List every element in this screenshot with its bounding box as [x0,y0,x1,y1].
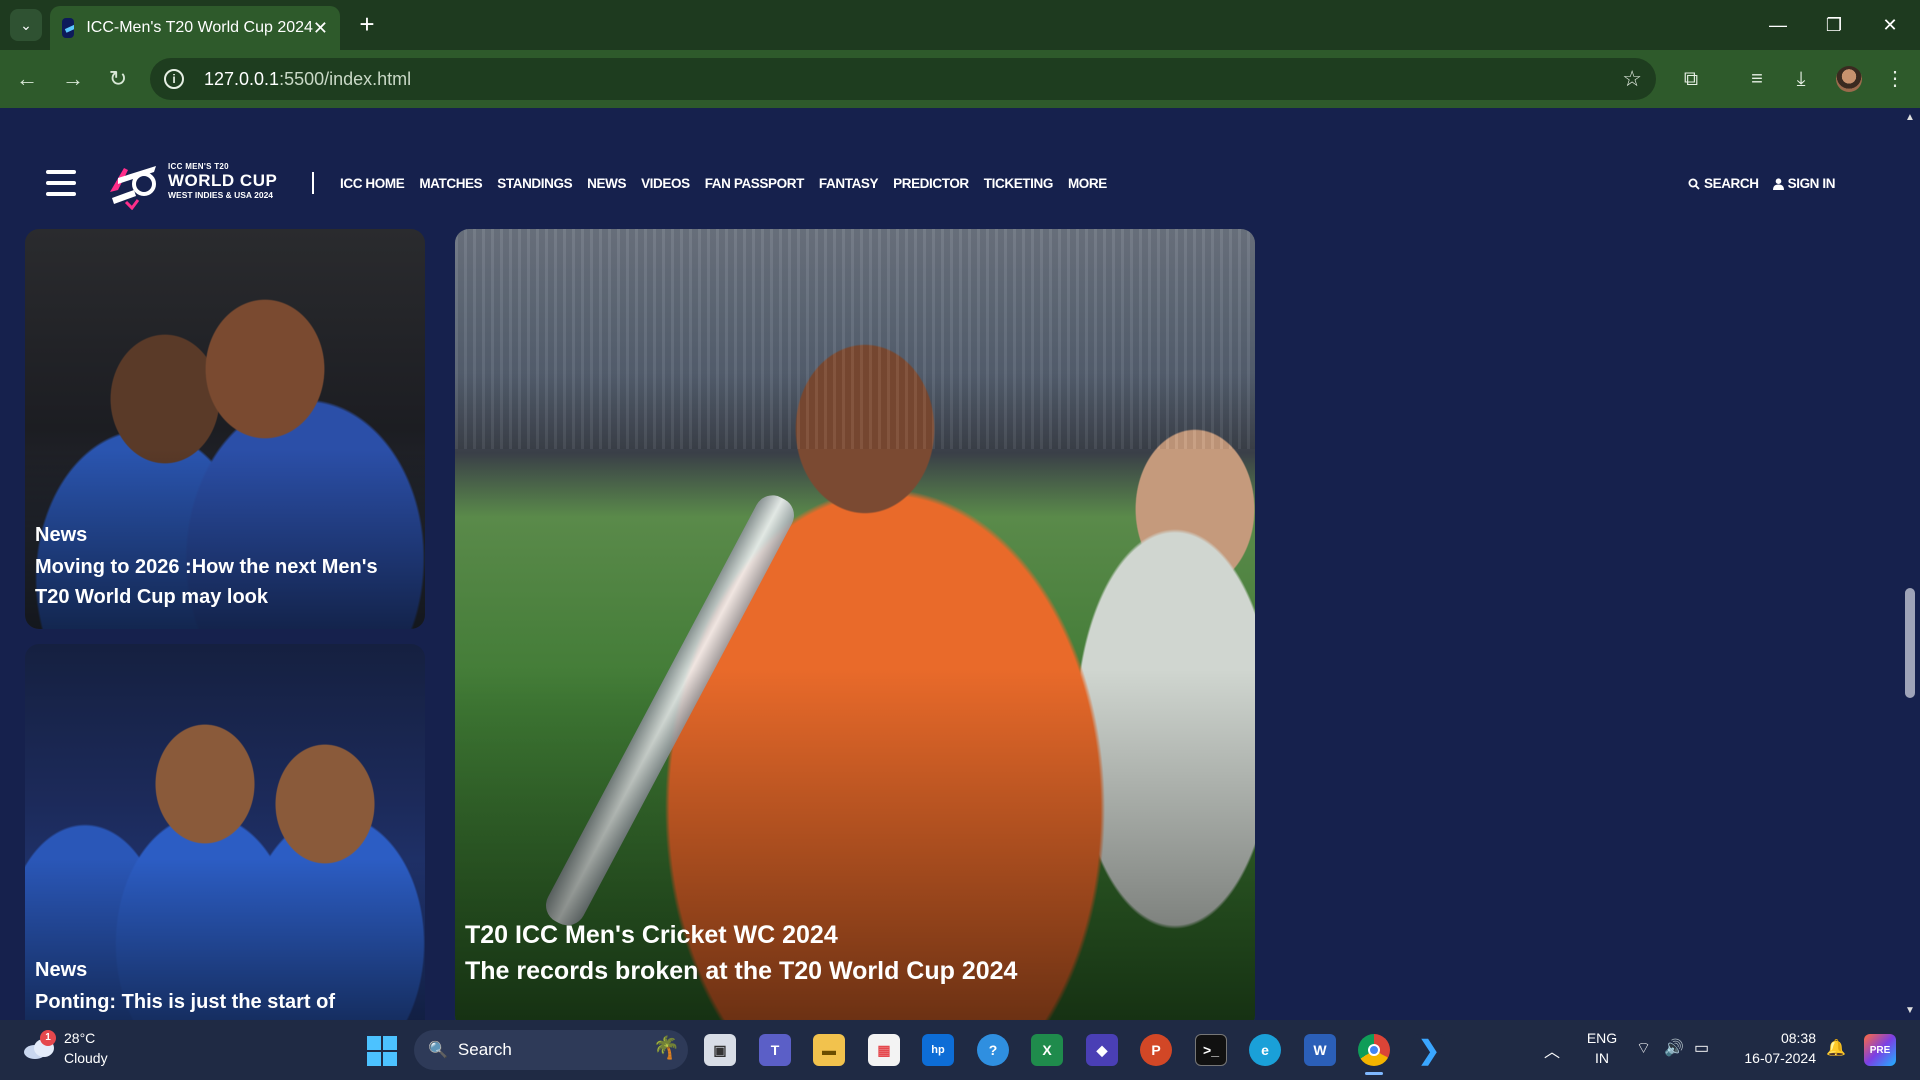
powerpoint-icon[interactable]: P [1140,1034,1172,1066]
close-window-button[interactable]: ✕ [1870,10,1910,40]
nav-fantasy[interactable]: FANTASY [819,176,879,191]
minimize-window-button[interactable]: — [1758,10,1798,40]
help-icon[interactable]: ? [977,1034,1009,1066]
featured-card-records[interactable]: T20 ICC Men's Cricket WC 2024 The record… [455,229,1255,1020]
extensions-puzzle-icon[interactable]: ⧉ [1676,64,1706,94]
new-tab-button[interactable]: + [352,10,382,40]
taskbar-search[interactable]: 🔍 Search 🌴 [414,1030,688,1070]
main-navigation: ICC HOME MATCHES STANDINGS NEWS VIDEOS F… [340,176,1107,191]
url-host: 127.0.0.1 [204,68,280,89]
page-viewport: ICC MEN'S T20 WORLD CUP WEST INDIES & US… [0,108,1900,1020]
profile-avatar[interactable] [1836,66,1862,92]
download-icon[interactable]: ⤓ [1786,64,1816,94]
language-top[interactable]: ENG [1584,1030,1620,1046]
card-category: News [35,524,88,546]
battery-icon[interactable]: ▭ [1694,1038,1709,1058]
myhp-icon[interactable]: hp [922,1034,954,1066]
copilot-pre-icon[interactable]: PRE [1864,1034,1896,1066]
search-icon [1688,178,1700,190]
address-bar[interactable]: i 127.0.0.1:5500/index.html ☆ [150,58,1656,100]
card-category: News [35,959,88,981]
copilot-icon[interactable]: ◆ [1086,1034,1118,1066]
language-bottom[interactable]: IN [1584,1050,1620,1066]
tab-search-button[interactable]: ⌄ [10,9,42,41]
news-card-afghanistan[interactable]: News Ponting: This is just the start of [25,644,425,1020]
site-info-icon[interactable]: i [164,69,184,89]
notification-bell-icon[interactable]: 🔔 [1826,1038,1846,1058]
nav-videos[interactable]: VIDEOS [641,176,690,191]
clock-date[interactable]: 16-07-2024 [1736,1050,1816,1066]
teams-icon[interactable]: T [759,1034,791,1066]
scroll-down-arrow-icon[interactable]: ▼ [1900,1005,1920,1016]
excel-icon[interactable]: X [1031,1034,1063,1066]
reading-list-icon[interactable]: ≡ [1742,64,1772,94]
close-tab-icon[interactable]: ✕ [313,18,328,39]
browser-toolbar: ← → ↻ i 127.0.0.1:5500/index.html ☆ ⧉ ≡ … [0,50,1920,108]
page-scrollbar[interactable]: ▲ ▼ [1900,108,1920,1020]
sign-in-label: SIGN IN [1787,176,1836,191]
clock-time[interactable]: 08:38 [1736,1030,1816,1046]
news-card-srilanka[interactable]: News Moving to 2026 :How the next Men's … [25,229,425,629]
url-path: :5500/index.html [279,68,412,89]
logo-small-text: ICC MEN'S T20 [168,162,229,171]
nav-standings[interactable]: STANDINGS [497,176,572,191]
taskbar-search-placeholder: Search [457,1040,512,1059]
search-icon: 🔍 [428,1042,448,1059]
show-hidden-icons-chevron-icon[interactable]: ︿ [1544,1038,1560,1062]
scroll-up-arrow-icon[interactable]: ▲ [1900,112,1920,123]
weather-alert-badge: 1 [40,1030,56,1046]
weather-condition[interactable]: Cloudy [64,1050,108,1066]
nav-matches[interactable]: MATCHES [419,176,482,191]
word-icon[interactable]: W [1304,1034,1336,1066]
tab-title: ICC-Men's T20 World Cup 2024 [86,19,313,36]
edge-icon[interactable]: e [1249,1034,1281,1066]
file-explorer-icon[interactable]: ▬ [813,1034,845,1066]
back-arrow-icon[interactable]: ← [12,64,42,94]
task-view-icon[interactable]: ▣ [704,1034,736,1066]
header-actions: SEARCH SIGN IN [1688,176,1835,191]
nav-news[interactable]: NEWS [587,176,626,191]
nav-fan-passport[interactable]: FAN PASSPORT [705,176,805,191]
card-title: Moving to 2026 :How the next Men's T20 W… [35,556,378,608]
sign-in-link[interactable]: SIGN IN [1772,176,1836,191]
site-favicon-icon [62,18,75,38]
t20-world-cup-logo[interactable]: ICC MEN'S T20 WORLD CUP WEST INDIES & US… [104,156,290,210]
hamburger-menu-icon[interactable] [46,170,76,196]
browser-tab-strip: ⌄ ICC-Men's T20 World Cup 2024 ✕ + — ❐ ✕ [0,0,1920,50]
nav-icc-home[interactable]: ICC HOME [340,176,405,191]
bookmark-star-icon[interactable]: ☆ [1622,66,1642,92]
featured-line-2: The records broken at the T20 World Cup … [465,957,1018,985]
search-link[interactable]: SEARCH [1688,176,1759,191]
windows-start-icon[interactable] [367,1036,397,1066]
card-title: Ponting: This is just the start of [35,991,335,1013]
weather-temperature[interactable]: 28°C [64,1030,95,1046]
chrome-active-indicator [1365,1072,1383,1075]
nav-divider [312,172,314,194]
nav-ticketing[interactable]: TICKETING [984,176,1054,191]
vscode-icon[interactable]: ❯ [1413,1034,1445,1066]
search-highlight-icon: 🌴 [652,1035,680,1060]
browser-tab-active[interactable]: ICC-Men's T20 World Cup 2024 ✕ [50,6,340,50]
terminal-icon[interactable]: >_ [1195,1034,1227,1066]
reload-icon[interactable]: ↻ [103,64,133,94]
microsoft-store-icon[interactable]: ▦ [868,1034,900,1066]
chrome-menu-icon[interactable]: ⋮ [1880,64,1910,94]
nav-more[interactable]: MORE [1068,176,1107,191]
t20-logo-mark-icon [110,166,156,210]
forward-arrow-icon[interactable]: → [58,64,88,94]
logo-subtitle: WEST INDIES & USA 2024 [168,190,274,200]
volume-icon[interactable]: 🔊 [1664,1038,1684,1058]
logo-title: WORLD CUP [168,171,278,190]
restore-window-button[interactable]: ❐ [1814,10,1854,40]
featured-line-1: T20 ICC Men's Cricket WC 2024 [465,921,838,949]
user-icon [1772,177,1784,190]
windows-taskbar: 1 28°C Cloudy 🔍 Search 🌴 ▣ T ▬ ▦ hp ? X … [0,1020,1920,1080]
nav-predictor[interactable]: PREDICTOR [893,176,969,191]
wifi-icon[interactable]: ⌔ [1636,1038,1651,1058]
card-image-shade [455,229,1255,1020]
chrome-icon[interactable] [1358,1034,1390,1066]
scrollbar-thumb[interactable] [1905,588,1915,698]
search-label: SEARCH [1704,176,1759,191]
